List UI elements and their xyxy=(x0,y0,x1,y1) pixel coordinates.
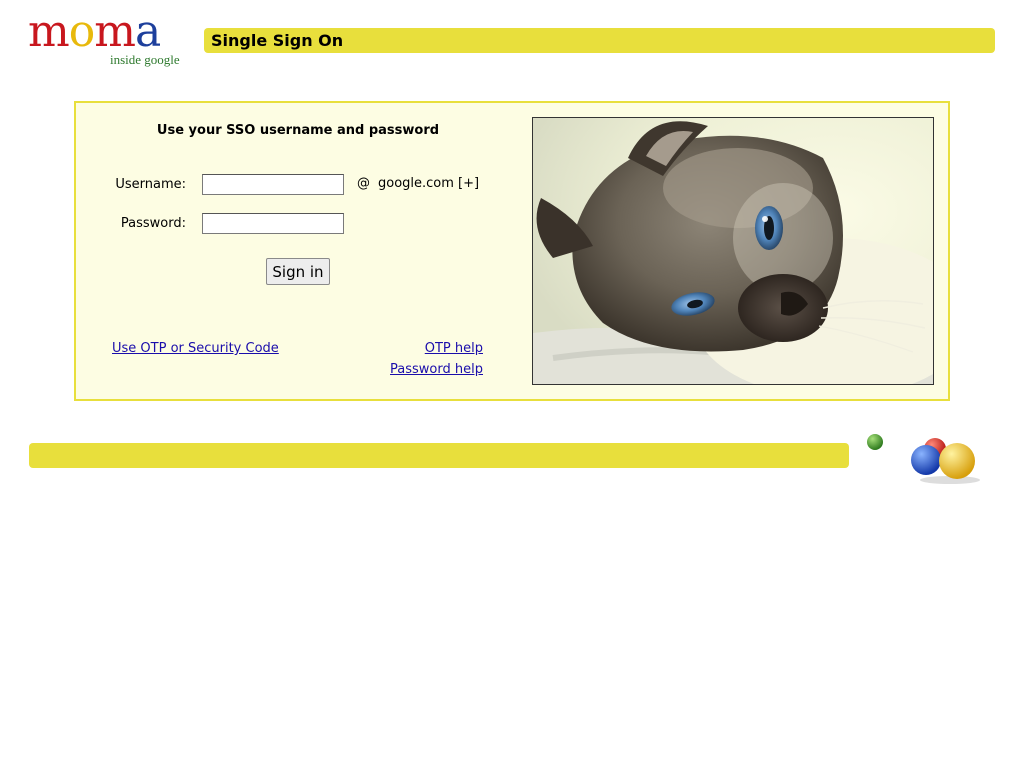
cat-photo-graphic xyxy=(533,118,933,384)
form-heading: Use your SSO username and password xyxy=(156,123,440,138)
page-title-bar: Single Sign On xyxy=(204,28,995,53)
logo-letter: a xyxy=(134,6,161,57)
username-label: Username: xyxy=(115,177,186,192)
password-help-link[interactable]: Password help xyxy=(390,362,483,377)
colored-balls-icon xyxy=(860,428,990,488)
otp-help-link[interactable]: OTP help xyxy=(425,341,483,356)
password-label: Password: xyxy=(120,216,186,231)
sign-in-button[interactable]: Sign in xyxy=(266,258,330,285)
blue-ball xyxy=(911,445,941,475)
domain-selector[interactable]: google.com [+] xyxy=(378,176,479,191)
at-sign: @ xyxy=(357,176,370,191)
logo-tagline: inside google xyxy=(110,52,180,67)
signin-panel: Use your SSO username and password Usern… xyxy=(74,101,950,401)
footer-bar xyxy=(29,443,849,468)
password-input[interactable] xyxy=(202,213,344,234)
cat-photo xyxy=(532,117,934,385)
logo-wordmark: moma xyxy=(28,6,161,58)
logo-letter: m xyxy=(94,6,136,57)
colored-balls-graphic xyxy=(867,434,980,484)
logo-letter: o xyxy=(68,6,95,57)
domain-suffix: @ google.com [+] xyxy=(357,176,479,191)
otp-security-code-link[interactable]: Use OTP or Security Code xyxy=(112,341,279,356)
logo-letter: m xyxy=(28,6,70,57)
moma-logo: moma inside google xyxy=(28,6,198,72)
page-title: Single Sign On xyxy=(211,31,344,50)
yellow-ball xyxy=(939,443,975,479)
username-input[interactable] xyxy=(202,174,344,195)
green-ball xyxy=(867,434,883,450)
